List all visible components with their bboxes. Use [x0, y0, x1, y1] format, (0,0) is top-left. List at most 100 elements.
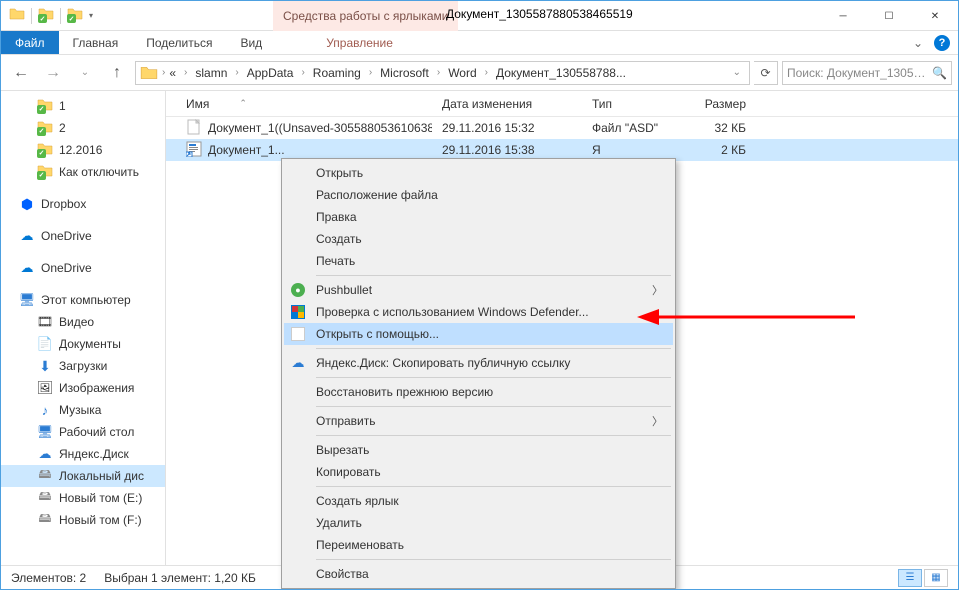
dropbox-icon: ⬢: [19, 196, 35, 212]
refresh-button[interactable]: ⟳: [754, 61, 778, 85]
search-icon: 🔍: [932, 66, 947, 80]
sidebar-pc-item-8[interactable]: 🖴Новый том (E:): [1, 487, 165, 509]
menu-item-4[interactable]: Печать: [284, 250, 673, 272]
col-name[interactable]: Имя: [186, 97, 209, 111]
yadisk-icon: ☁: [290, 355, 306, 371]
menu-item-20[interactable]: Удалить: [284, 512, 673, 534]
menu-item-8[interactable]: Открыть с помощью...: [284, 323, 673, 345]
sidebar-group-0[interactable]: ⬢Dropbox: [1, 193, 165, 215]
defender-icon: [290, 304, 306, 320]
menu-item-17[interactable]: Копировать: [284, 461, 673, 483]
view-details-button[interactable]: ☰: [898, 569, 922, 587]
col-type[interactable]: Тип: [582, 97, 680, 111]
sidebar-quick-3[interactable]: ✓Как отключить: [1, 161, 165, 183]
sidebar-pc-item-5[interactable]: 🖥Рабочий стол: [1, 421, 165, 443]
menu-item-21[interactable]: Переименовать: [284, 534, 673, 556]
menu-item-19[interactable]: Создать ярлык: [284, 490, 673, 512]
menu-item-6[interactable]: ●Pushbullet〉: [284, 279, 673, 301]
menu-item-0[interactable]: Открыть: [284, 162, 673, 184]
sidebar-group-1[interactable]: ☁OneDrive: [1, 225, 165, 247]
sidebar-pc-item-4[interactable]: ♪Музыка: [1, 399, 165, 421]
sidebar-pc-item-6[interactable]: ☁Яндекс.Диск: [1, 443, 165, 465]
sidebar: ✓1✓2✓12.2016✓Как отключить ⬢Dropbox ☁OneDr…: [1, 91, 166, 565]
status-count: Элементов: 2: [11, 571, 86, 585]
breadcrumb[interactable]: Roaming: [307, 66, 367, 80]
search-placeholder: Поиск: Документ_130558788...: [787, 66, 927, 80]
file-row[interactable]: Документ_1((Unsaved-305588053610638...29…: [166, 117, 958, 139]
sidebar-quick-1[interactable]: ✓2: [1, 117, 165, 139]
col-size[interactable]: Размер: [680, 97, 756, 111]
desktop-icon: 🖥: [37, 424, 53, 440]
sidebar-pc-item-9[interactable]: 🖴Новый том (F:): [1, 509, 165, 531]
submenu-arrow-icon: 〉: [652, 282, 663, 298]
address-bar: ← → ⌄ ↑ › « › slamn› AppData› Roaming› M…: [1, 55, 958, 91]
window-title: Документ_1305587880538465519: [446, 7, 633, 21]
menu-item-3[interactable]: Создать: [284, 228, 673, 250]
maximize-button[interactable]: ☐: [866, 1, 912, 31]
tab-home[interactable]: Главная: [59, 31, 133, 54]
sidebar-quick-2[interactable]: ✓12.2016: [1, 139, 165, 161]
pc-icon: 🖥: [19, 292, 35, 308]
folder-check-icon: ✓: [37, 142, 53, 158]
view-icons-button[interactable]: ▦: [924, 569, 948, 587]
close-button[interactable]: ✕: [912, 1, 958, 31]
menu-item-10[interactable]: ☁Яндекс.Диск: Скопировать публичную ссыл…: [284, 352, 673, 374]
nav-recent-button[interactable]: ⌄: [71, 59, 99, 87]
sidebar-group-2[interactable]: ☁OneDrive: [1, 257, 165, 279]
yadisk-icon: ☁: [37, 446, 53, 462]
folder-check-icon: ✓: [37, 98, 53, 114]
sidebar-pc-item-2[interactable]: ⬇Загрузки: [1, 355, 165, 377]
folder-check-icon: ✓: [37, 120, 53, 136]
disk-icon: 🖴: [37, 490, 53, 506]
column-headers[interactable]: Имя⌃ Дата изменения Тип Размер: [166, 91, 958, 117]
breadcrumb[interactable]: Word: [442, 66, 482, 80]
sidebar-quick-0[interactable]: ✓1: [1, 95, 165, 117]
sidebar-this-pc[interactable]: 🖥Этот компьютер: [1, 289, 165, 311]
col-date[interactable]: Дата изменения: [432, 97, 582, 111]
menu-item-16[interactable]: Вырезать: [284, 439, 673, 461]
folder-icon: [140, 64, 158, 82]
menu-item-1[interactable]: Расположение файла: [284, 184, 673, 206]
folder-check-icon: ✓: [37, 164, 53, 180]
tab-share[interactable]: Поделиться: [132, 31, 226, 54]
menu-item-12[interactable]: Восстановить прежнюю версию: [284, 381, 673, 403]
expand-ribbon-icon[interactable]: ⌄: [906, 31, 930, 54]
folder-check-icon[interactable]: ✓: [38, 6, 54, 25]
pictures-icon: 🖼: [37, 380, 53, 396]
docs-icon: 📄: [37, 336, 53, 352]
folder-check-icon[interactable]: ✓: [67, 6, 83, 25]
nav-back-button[interactable]: ←: [7, 59, 35, 87]
downloads-icon: ⬇: [37, 358, 53, 374]
menu-item-23[interactable]: Свойства: [284, 563, 673, 585]
breadcrumb-bar[interactable]: › « › slamn› AppData› Roaming› Microsoft…: [135, 61, 750, 85]
file-icon: [186, 141, 202, 160]
sidebar-pc-item-3[interactable]: 🖼Изображения: [1, 377, 165, 399]
tab-view[interactable]: Вид: [226, 31, 276, 54]
sidebar-pc-item-1[interactable]: 📄Документы: [1, 333, 165, 355]
addr-dropdown-icon[interactable]: ⌄: [731, 67, 747, 78]
breadcrumb[interactable]: Документ_130558788...: [490, 66, 632, 80]
breadcrumb[interactable]: AppData: [241, 66, 300, 80]
sidebar-pc-item-0[interactable]: 🎞Видео: [1, 311, 165, 333]
folder-icon: [9, 6, 25, 25]
breadcrumb[interactable]: slamn: [189, 66, 233, 80]
menu-item-2[interactable]: Правка: [284, 206, 673, 228]
qat-dropdown-icon[interactable]: ▾: [89, 11, 93, 20]
menu-item-7[interactable]: Проверка с использованием Windows Defend…: [284, 301, 673, 323]
status-selected: Выбран 1 элемент: 1,20 КБ: [104, 571, 256, 585]
file-icon: [186, 119, 202, 138]
minimize-button[interactable]: ─: [820, 1, 866, 31]
titlebar: ✓ ✓ ▾ Средства работы с ярлыками Докумен…: [1, 1, 958, 31]
blank-icon: [290, 326, 306, 342]
menu-item-14[interactable]: Отправить〉: [284, 410, 673, 432]
nav-forward-button[interactable]: →: [39, 59, 67, 87]
music-icon: ♪: [37, 402, 53, 418]
pushbullet-icon: ●: [290, 282, 306, 298]
nav-up-button[interactable]: ↑: [103, 59, 131, 87]
breadcrumb[interactable]: Microsoft: [374, 66, 435, 80]
sidebar-pc-item-7[interactable]: 🖴Локальный дис: [1, 465, 165, 487]
help-button[interactable]: ?: [930, 31, 954, 54]
search-input[interactable]: Поиск: Документ_130558788... 🔍: [782, 61, 952, 85]
tab-file[interactable]: Файл: [1, 31, 59, 54]
tab-manage[interactable]: Управление: [312, 31, 407, 54]
